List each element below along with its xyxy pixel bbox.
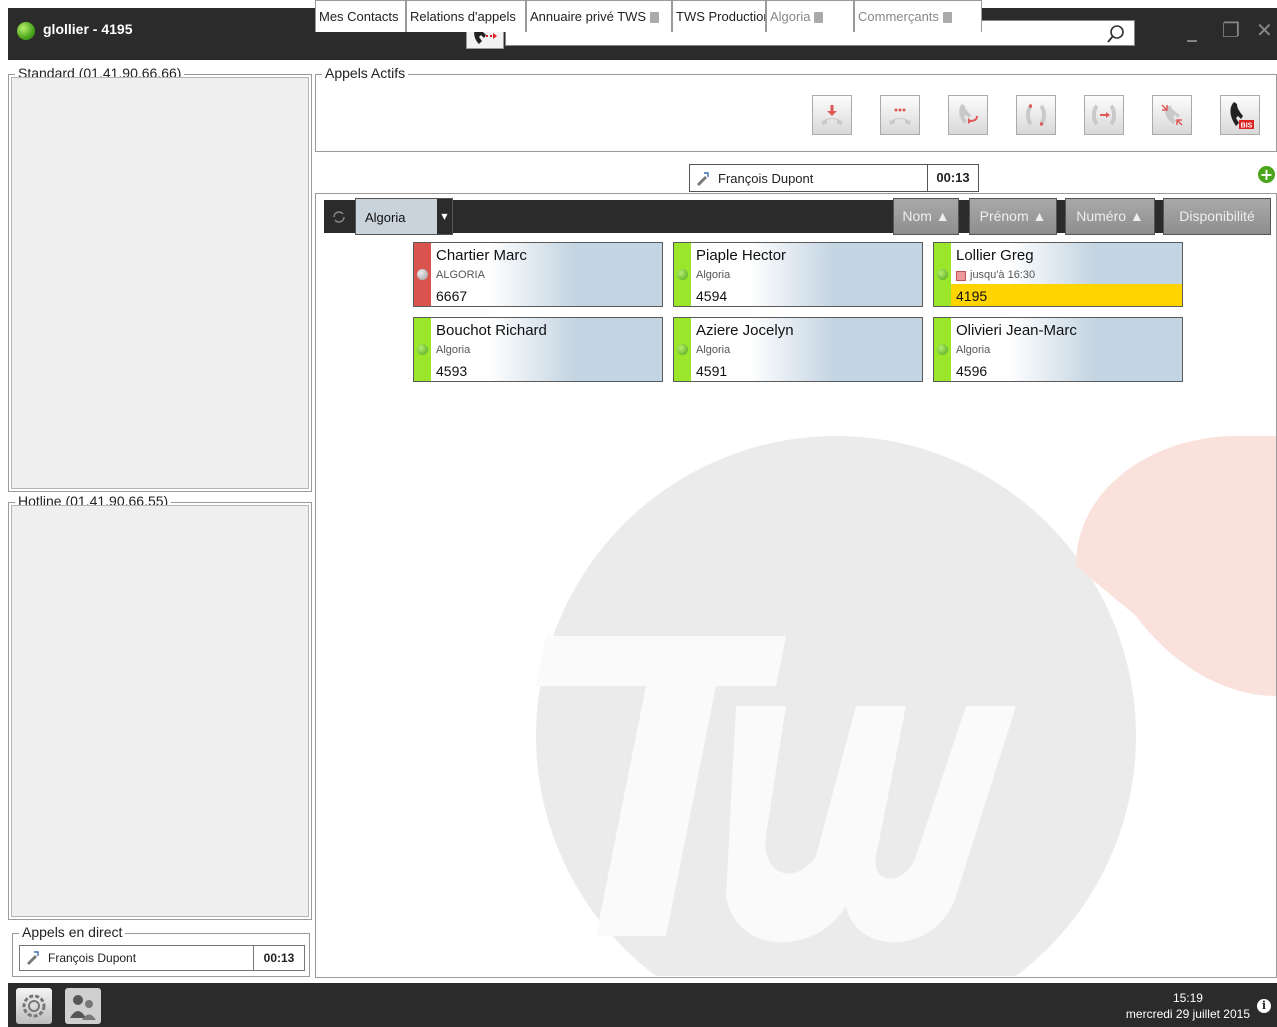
minimize-icon[interactable]: _ — [1187, 18, 1197, 42]
restore-icon[interactable]: ❐ — [1222, 18, 1240, 42]
direct-calls-label: Appels en direct — [19, 924, 126, 940]
conference-icon — [1026, 104, 1046, 126]
tab-annuaire-prive[interactable]: Annuaire privé TWS — [526, 0, 672, 32]
close-icon[interactable]: ✕ — [1256, 18, 1273, 42]
trash-icon[interactable] — [942, 12, 952, 24]
attended-transfer-icon — [1092, 104, 1116, 126]
tab-label: Relations d'appels — [410, 9, 516, 24]
contacts-area-frame — [315, 193, 1277, 978]
attended-transfer-button[interactable] — [1084, 95, 1124, 135]
tab-label: TWS Production — [676, 9, 766, 24]
users-icon — [70, 995, 96, 1020]
direct-call-item[interactable]: François Dupont 00:13 — [19, 945, 305, 971]
transfer-icon — [959, 104, 978, 124]
settings-button[interactable] — [16, 988, 52, 1024]
contacts-button[interactable] — [65, 988, 101, 1024]
window-title: glollier - 4195 — [43, 21, 133, 37]
tab-label: Mes Contacts — [319, 9, 399, 24]
direct-calls-group: Appels en direct François Dupont 00:13 — [12, 924, 310, 977]
clock-date: mercredi 29 juillet 2015 — [1125, 1007, 1250, 1021]
direct-call-duration: 00:13 — [253, 946, 304, 970]
active-calls-label: Appels Actifs — [322, 65, 409, 81]
call-in-progress-icon — [27, 951, 39, 965]
hold-button[interactable] — [880, 95, 920, 135]
tab-mes-contacts[interactable]: Mes Contacts — [315, 0, 406, 32]
bottom-bar — [8, 983, 1277, 1027]
redial-bis-label: BIS — [1241, 123, 1253, 130]
tab-tws-production[interactable]: TWS Production — [672, 0, 766, 32]
tab-label: Commerçants — [858, 9, 939, 24]
pickup-icon — [821, 105, 843, 125]
dragged-call-duration: 00:13 — [927, 165, 978, 191]
conference-button[interactable] — [1016, 95, 1056, 135]
tab-label: Annuaire privé TWS — [530, 9, 647, 24]
search-icon[interactable] — [1106, 24, 1126, 44]
hangup-button[interactable] — [1152, 95, 1192, 135]
tab-algoria[interactable]: Algoria — [766, 0, 854, 32]
gear-icon — [22, 994, 46, 1018]
info-icon[interactable]: i — [1257, 999, 1271, 1013]
hold-icon — [889, 108, 911, 125]
standard-call-list[interactable] — [11, 77, 309, 489]
redial-button[interactable]: BIS — [1220, 95, 1260, 135]
hangup-icon — [1161, 104, 1183, 126]
redial-bis-icon: BIS — [1230, 102, 1254, 130]
tab-relations-appels[interactable]: Relations d'appels — [406, 0, 526, 32]
pickup-button[interactable] — [812, 95, 852, 135]
tab-commercants[interactable]: Commerçants — [854, 0, 982, 32]
add-tab-icon[interactable]: + — [1258, 166, 1275, 183]
dragged-call-name: François Dupont — [718, 171, 814, 186]
transfer-button[interactable] — [948, 95, 988, 135]
standard-group: Standard (01.41.90.66.66) — [8, 65, 312, 492]
dragged-call-ghost: François Dupont 00:13 — [689, 164, 979, 192]
trash-icon[interactable] — [650, 12, 660, 24]
hotline-group: Hotline (01.41.90.66.55) — [8, 493, 312, 920]
clock: 15:19 mercredi 29 juillet 2015 — [1126, 990, 1250, 1022]
hotline-call-list[interactable] — [11, 505, 309, 917]
active-calls-group: Appels Actifs — [315, 65, 1277, 152]
call-in-progress-icon — [697, 172, 709, 186]
clock-time: 15:19 — [1172, 991, 1203, 1005]
presence-status-icon[interactable] — [17, 22, 35, 40]
trash-icon[interactable] — [814, 12, 824, 24]
direct-call-name: François Dupont — [48, 951, 137, 965]
tab-label: Algoria — [770, 9, 811, 24]
